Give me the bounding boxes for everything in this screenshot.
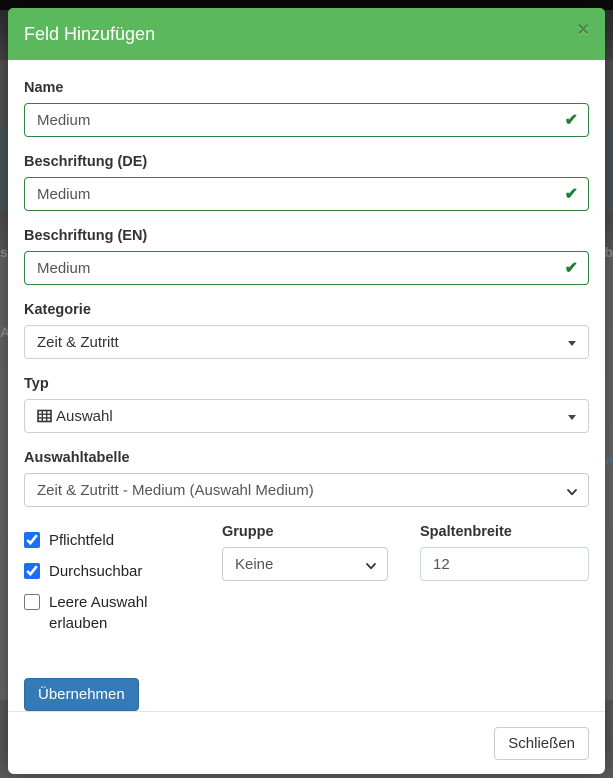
column-width-input[interactable] (420, 547, 589, 581)
modal-title: Feld Hinzufügen (24, 24, 155, 45)
column-width-label: Spaltenbreite (420, 524, 589, 540)
selection-table-select[interactable]: Zeit & Zutritt - Medium (Auswahl Medium) (24, 473, 589, 507)
searchable-checkbox-row: Durchsuchbar (24, 561, 222, 583)
backdrop-text-fragment: b (604, 244, 613, 260)
searchable-checkbox-label: Durchsuchbar (49, 561, 142, 583)
column-width-field-group: Spaltenbreite (420, 524, 589, 644)
required-checkbox[interactable] (24, 532, 40, 548)
category-selected-value: Zeit & Zutritt (37, 334, 119, 351)
name-field-group: Name ✔ (24, 80, 589, 137)
type-selected-value: Auswahl (56, 408, 113, 425)
caret-down-icon (568, 415, 576, 420)
required-checkbox-row: Pflichtfeld (24, 530, 222, 552)
close-icon[interactable]: × (577, 20, 589, 40)
category-dropdown[interactable]: Zeit & Zutritt (24, 325, 589, 359)
chevron-down-icon (566, 485, 578, 502)
group-label: Gruppe (222, 524, 420, 540)
apply-button[interactable]: Übernehmen (24, 678, 139, 711)
group-selected-value: Keine (235, 556, 273, 573)
type-label: Typ (24, 376, 589, 392)
label-en-label: Beschriftung (EN) (24, 228, 589, 244)
close-button[interactable]: Schließen (494, 727, 589, 760)
allow-empty-checkbox-row: Leere Auswahl erlauben (24, 592, 222, 636)
modal-header: Feld Hinzufügen × (8, 8, 605, 60)
type-field-group: Typ Auswahl (24, 376, 589, 433)
type-dropdown[interactable]: Auswahl (24, 399, 589, 433)
add-field-modal: Feld Hinzufügen × Name ✔ Beschriftung (D… (8, 8, 605, 766)
label-en-field-group: Beschriftung (EN) ✔ (24, 228, 589, 285)
caret-down-icon (568, 341, 576, 346)
chevron-down-icon (365, 559, 377, 576)
group-field-group: Gruppe Keine (222, 524, 420, 644)
group-select[interactable]: Keine (222, 547, 388, 581)
allow-empty-checkbox-label: Leere Auswahl erlauben (49, 592, 189, 636)
category-field-group: Kategorie Zeit & Zutritt (24, 302, 589, 359)
label-de-input[interactable] (24, 177, 589, 211)
category-label: Kategorie (24, 302, 589, 318)
allow-empty-checkbox[interactable] (24, 594, 40, 610)
name-input[interactable] (24, 103, 589, 137)
name-label: Name (24, 80, 589, 96)
required-checkbox-label: Pflichtfeld (49, 530, 114, 552)
table-grid-icon (37, 409, 52, 423)
modal-body: Name ✔ Beschriftung (DE) ✔ Beschriftung … (8, 60, 605, 711)
label-en-input[interactable] (24, 251, 589, 285)
checkbox-column: Pflichtfeld Durchsuchbar Leere Auswahl e… (24, 524, 222, 644)
backdrop-text-fragment: s (0, 244, 8, 260)
searchable-checkbox[interactable] (24, 563, 40, 579)
options-row: Pflichtfeld Durchsuchbar Leere Auswahl e… (24, 524, 589, 644)
selection-table-field-group: Auswahltabelle Zeit & Zutritt - Medium (… (24, 450, 589, 507)
selection-table-label: Auswahltabelle (24, 450, 589, 466)
selection-table-selected-value: Zeit & Zutritt - Medium (Auswahl Medium) (37, 482, 314, 499)
modal-footer: Schließen (8, 711, 605, 774)
label-de-label: Beschriftung (DE) (24, 154, 589, 170)
label-de-field-group: Beschriftung (DE) ✔ (24, 154, 589, 211)
